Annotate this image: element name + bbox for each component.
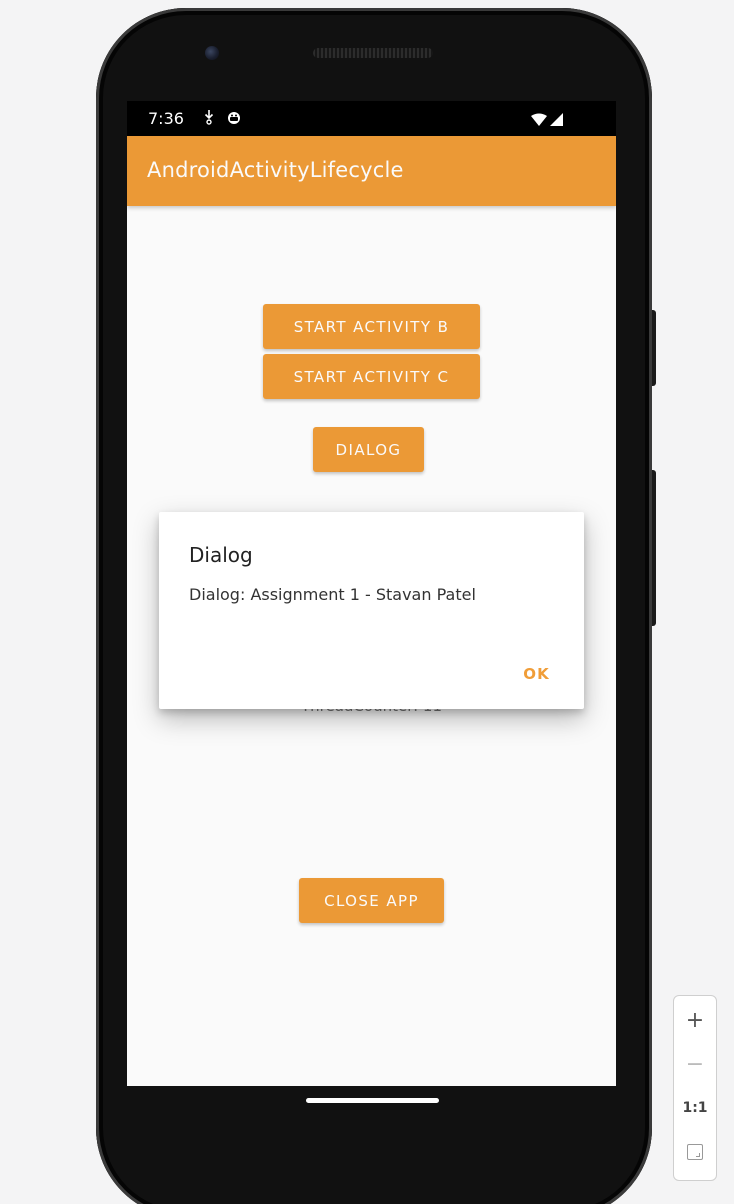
fit-screen-button[interactable] (674, 1132, 716, 1172)
alert-dialog: Dialog Dialog: Assignment 1 - Stavan Pat… (159, 512, 584, 709)
connectivity-icons (530, 112, 564, 126)
dialog-ok-button[interactable]: OK (517, 661, 556, 687)
front-camera-icon (205, 46, 219, 60)
home-gesture-handle[interactable] (306, 1098, 439, 1103)
signal-icon (550, 113, 563, 126)
emulator-stage: 7:36 AndroidActivityLifecycle START ACTI… (0, 0, 734, 1204)
zoom-in-button[interactable]: + (674, 1000, 716, 1040)
actual-size-button[interactable]: 1:1 (674, 1088, 716, 1128)
dialog-message: Dialog: Assignment 1 - Stavan Patel (189, 585, 476, 604)
status-time: 7:36 (148, 109, 184, 128)
status-bar: 7:36 (127, 101, 616, 136)
fit-screen-icon (687, 1144, 703, 1160)
dialog-title: Dialog (189, 543, 253, 567)
device-screen: 7:36 AndroidActivityLifecycle START ACTI… (127, 101, 616, 1086)
download-notification-icon (202, 109, 216, 129)
earpiece-speaker (313, 48, 433, 58)
zoom-controls: + − 1:1 (673, 995, 717, 1181)
zoom-out-button[interactable]: − (674, 1044, 716, 1084)
android-notification-icon (226, 109, 242, 129)
wifi-icon (531, 113, 547, 126)
